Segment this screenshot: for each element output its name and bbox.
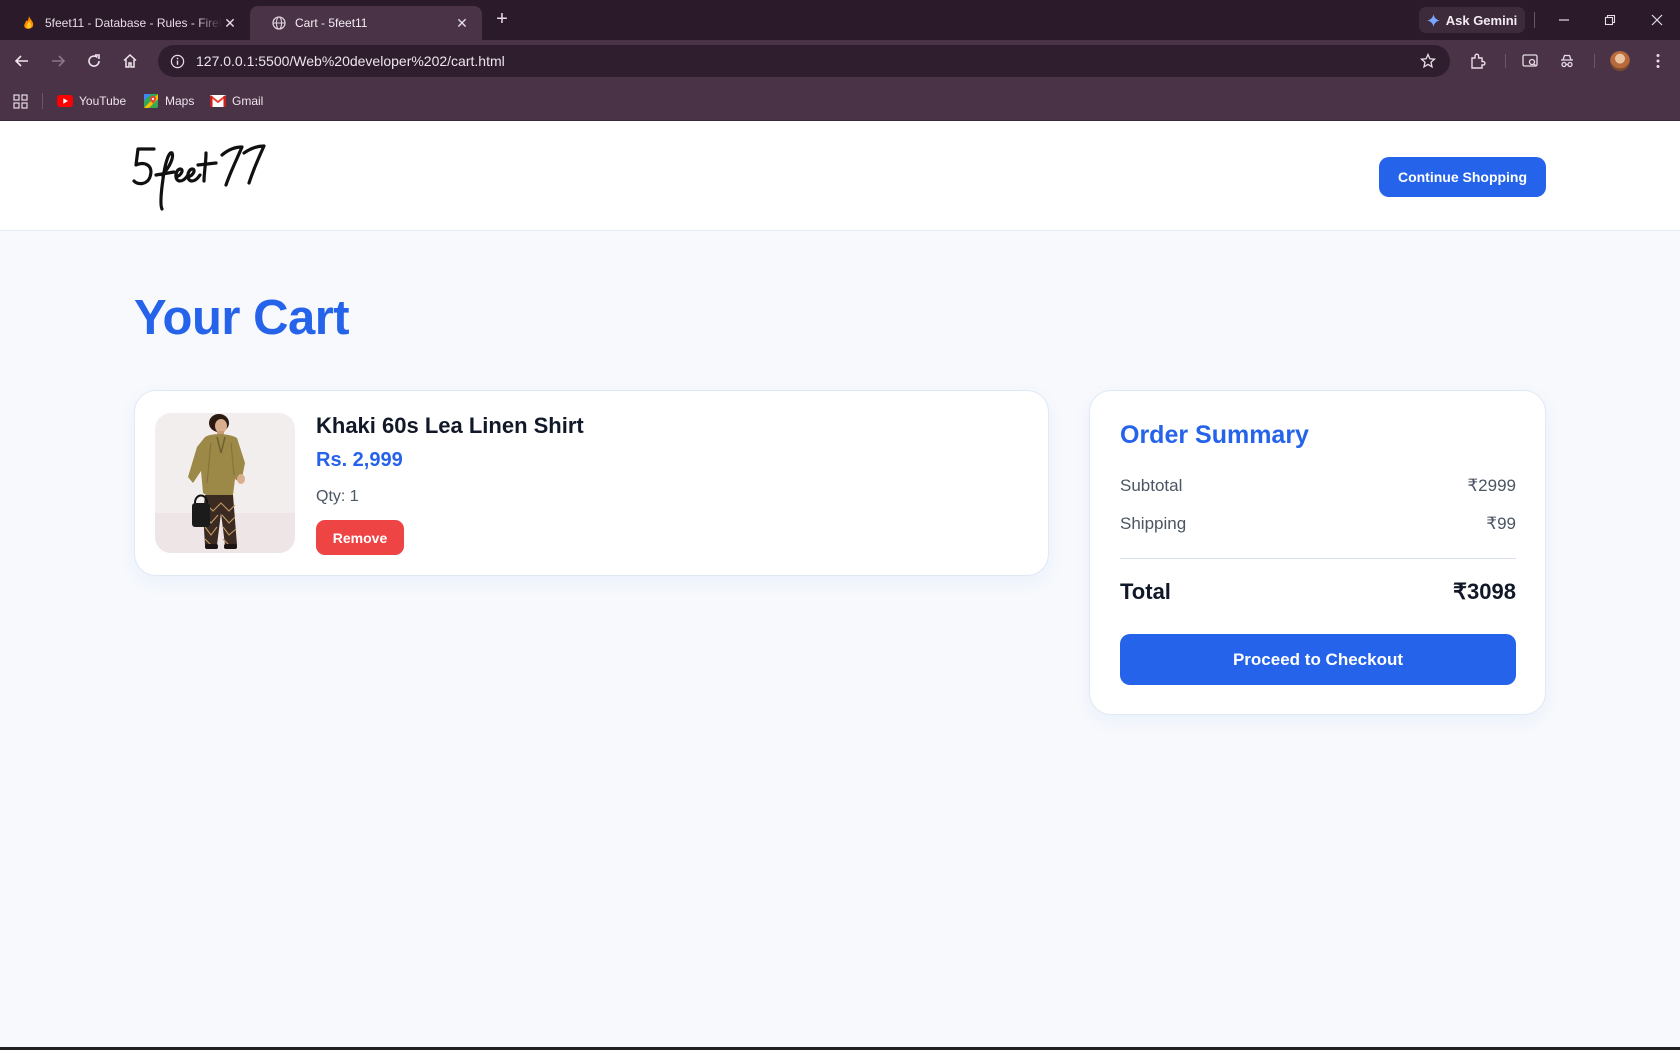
tab-cart[interactable]: Cart - 5feet11 ✕	[250, 6, 482, 40]
continue-shopping-button[interactable]: Continue Shopping	[1379, 157, 1546, 197]
new-tab-button[interactable]: +	[492, 9, 512, 30]
restore-icon[interactable]	[1598, 8, 1622, 32]
bookmark-label: Gmail	[232, 94, 264, 108]
bookmarks-bar: YouTube Maps Gmail	[0, 81, 1680, 121]
youtube-icon	[57, 93, 73, 109]
profile-avatar[interactable]	[1610, 51, 1630, 71]
reload-icon[interactable]	[82, 49, 106, 73]
bookmark-label: Maps	[165, 94, 195, 108]
apps-grid-icon[interactable]	[11, 92, 29, 110]
proceed-to-checkout-button[interactable]: Proceed to Checkout	[1120, 634, 1516, 685]
globe-icon	[272, 16, 286, 30]
bookmark-label: YouTube	[79, 94, 127, 108]
maps-icon	[143, 93, 159, 109]
bookmark-star-icon[interactable]	[1416, 49, 1440, 73]
browser-toolbar: 127.0.0.1:5500/Web%20developer%202/cart.…	[0, 40, 1680, 81]
divider	[1534, 12, 1535, 28]
subtotal-label: Subtotal	[1120, 476, 1183, 495]
bookmark-gmail[interactable]: Gmail	[210, 91, 263, 111]
ask-gemini-button[interactable]: Ask Gemini	[1419, 7, 1525, 33]
total-label: Total	[1120, 579, 1171, 604]
total-row: Total ₹3098	[1120, 579, 1516, 605]
cart-item-card: Khaki 60s Lea Linen Shirt Rs. 2,999 Qty:…	[134, 390, 1049, 576]
subtotal-value: ₹2999	[1467, 476, 1516, 495]
shipping-label: Shipping	[1120, 514, 1187, 533]
divider	[1505, 54, 1506, 68]
url-text[interactable]: 127.0.0.1:5500/Web%20developer%202/cart.…	[196, 53, 1416, 69]
divider	[1120, 558, 1516, 559]
remove-item-button[interactable]: Remove	[316, 520, 404, 555]
page-title: Your Cart	[134, 291, 350, 345]
shipping-row: Shipping ₹99	[1120, 514, 1516, 534]
browser-tabstrip: 5feet11 - Database - Rules - Firebase ✕ …	[0, 0, 1680, 40]
site-header: Continue Shopping	[0, 121, 1680, 231]
order-summary-card: Order Summary Subtotal ₹2999 Shipping ₹9…	[1089, 390, 1546, 715]
site-logo[interactable]	[132, 139, 277, 214]
minimize-icon[interactable]	[1552, 8, 1576, 32]
close-window-icon[interactable]	[1645, 8, 1669, 32]
back-icon[interactable]	[10, 49, 34, 73]
product-quantity: Qty: 1	[316, 488, 359, 505]
divider	[42, 93, 43, 109]
tab-firebase[interactable]: 5feet11 - Database - Rules - Firebase ✕	[0, 6, 250, 40]
total-value: ₹3098	[1453, 579, 1516, 604]
product-price: Rs. 2,999	[316, 449, 403, 471]
incognito-icon[interactable]	[1555, 49, 1579, 73]
more-menu-icon[interactable]	[1646, 49, 1670, 73]
address-bar[interactable]: 127.0.0.1:5500/Web%20developer%202/cart.…	[158, 45, 1450, 77]
firebase-icon	[22, 16, 36, 30]
product-name[interactable]: Khaki 60s Lea Linen Shirt	[316, 413, 584, 439]
product-image	[155, 413, 295, 553]
close-icon[interactable]: ✕	[454, 15, 470, 31]
forward-icon[interactable]	[46, 49, 70, 73]
close-icon[interactable]: ✕	[222, 15, 238, 31]
ask-gemini-label: Ask Gemini	[1445, 12, 1518, 28]
subtotal-row: Subtotal ₹2999	[1120, 476, 1516, 496]
home-icon[interactable]	[118, 49, 142, 73]
site-info-icon[interactable]	[166, 50, 188, 72]
tab-title: 5feet11 - Database - Rules - Firebase	[45, 16, 222, 30]
tab-title: Cart - 5feet11	[295, 16, 368, 30]
divider	[1594, 54, 1595, 68]
extensions-icon[interactable]	[1466, 49, 1490, 73]
shipping-value: ₹99	[1486, 514, 1516, 533]
bookmark-maps[interactable]: Maps	[143, 91, 194, 111]
order-summary-title: Order Summary	[1120, 421, 1309, 449]
bookmark-youtube[interactable]: YouTube	[57, 91, 126, 111]
gemini-icon	[1426, 13, 1440, 27]
tab-search-icon[interactable]	[1518, 49, 1542, 73]
gmail-icon	[210, 93, 226, 109]
